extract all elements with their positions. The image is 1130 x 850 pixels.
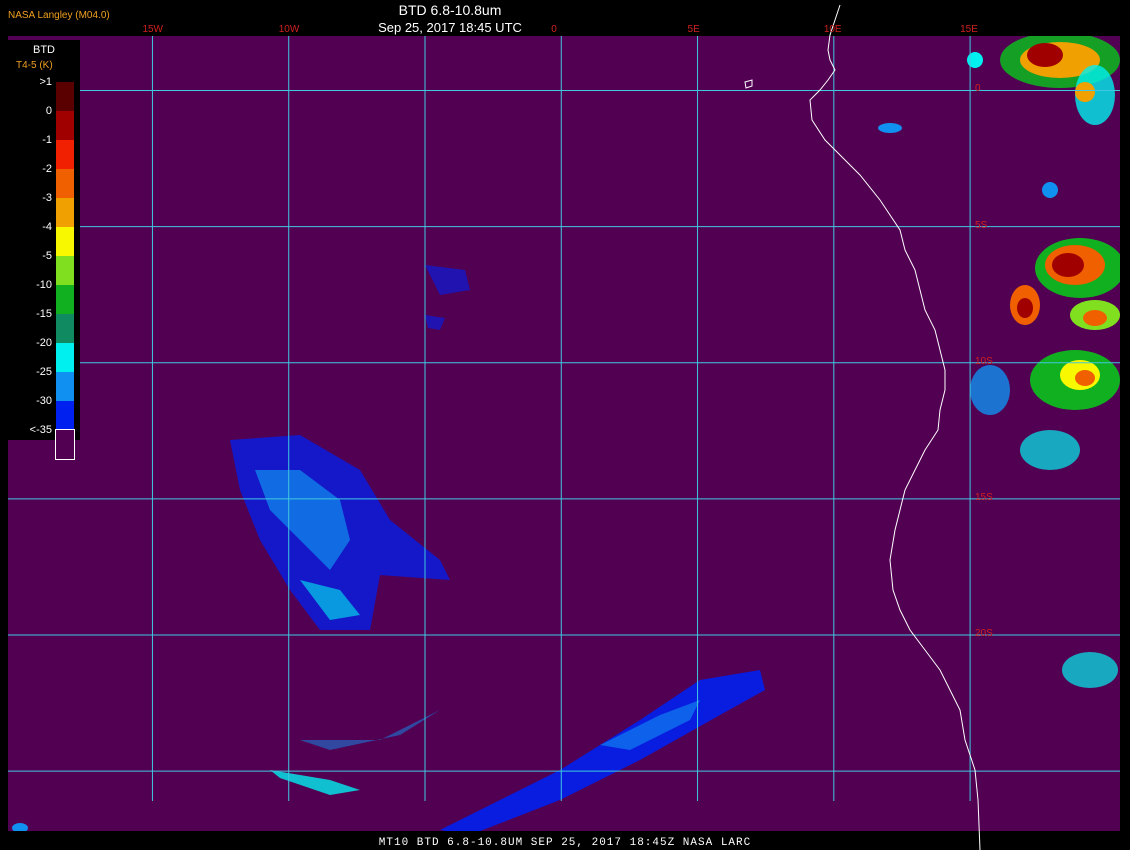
footer-caption: MT10 BTD 6.8-10.8UM SEP 25, 2017 18:45Z … (378, 837, 752, 849)
latitude-label: 20S (975, 627, 993, 639)
btd-map[interactable] (0, 0, 1130, 850)
legend-bin-label: -1 (42, 134, 52, 146)
legend-bin-label: -4 (42, 221, 52, 233)
legend-bin-label: -3 (42, 192, 52, 204)
legend-color-swatch (56, 256, 74, 285)
longitude-label: 15E (960, 24, 978, 35)
legend-bin-label: -5 (42, 250, 52, 262)
latitude-label: 15S (975, 491, 993, 503)
latitude-label: 5S (975, 219, 988, 231)
legend-color-swatch (56, 372, 74, 401)
legend-color-swatch (56, 343, 74, 372)
legend-bin-label: -2 (42, 163, 52, 175)
datetime-label: Sep 25, 2017 18:45 UTC (378, 20, 522, 35)
legend-bin-label: -15 (36, 308, 52, 320)
longitude-label: 5E (687, 24, 700, 35)
legend-color-swatch (56, 285, 74, 314)
legend-color-swatch (56, 314, 74, 343)
latitude-label: 10S (975, 355, 993, 367)
satellite-image-viewer: NASA Langley (M04.0) BTD 6.8-10.8um Sep … (0, 0, 1130, 850)
legend-bin-label: -25 (36, 366, 52, 378)
color-legend: BTD T4-5 (K) >1 0 -1 -2 -3 -4 -5 -10 -15 -20 -25 -3… (8, 40, 80, 460)
legend-color-swatch (55, 429, 75, 460)
legend-bin-label: >1 (39, 76, 52, 88)
legend-bin-label: -30 (36, 395, 52, 407)
legend-bin-label: -20 (36, 337, 52, 349)
longitude-label: 10E (823, 24, 842, 35)
legend-color-swatch (56, 169, 74, 198)
legend-bin-label: <-35 (29, 424, 52, 436)
longitude-label: 15W (142, 24, 163, 35)
legend-color-swatch (56, 111, 74, 140)
legend-bin-label: 0 (45, 105, 52, 117)
legend-title: BTD (33, 44, 55, 56)
legend-color-swatch (56, 401, 74, 430)
legend-color-swatch (56, 140, 74, 169)
legend-color-swatch (56, 198, 74, 227)
legend-color-swatch (56, 227, 74, 256)
legend-bin-label: -10 (36, 279, 52, 291)
longitude-label: 0 (551, 24, 557, 35)
latitude-label: 0 (975, 83, 981, 95)
map-background (8, 36, 1120, 831)
product-title: BTD 6.8-10.8um (398, 2, 502, 18)
legend-unit: T4-5 (K) (16, 60, 53, 71)
longitude-label: 10W (278, 24, 300, 35)
legend-color-swatch (56, 82, 74, 111)
